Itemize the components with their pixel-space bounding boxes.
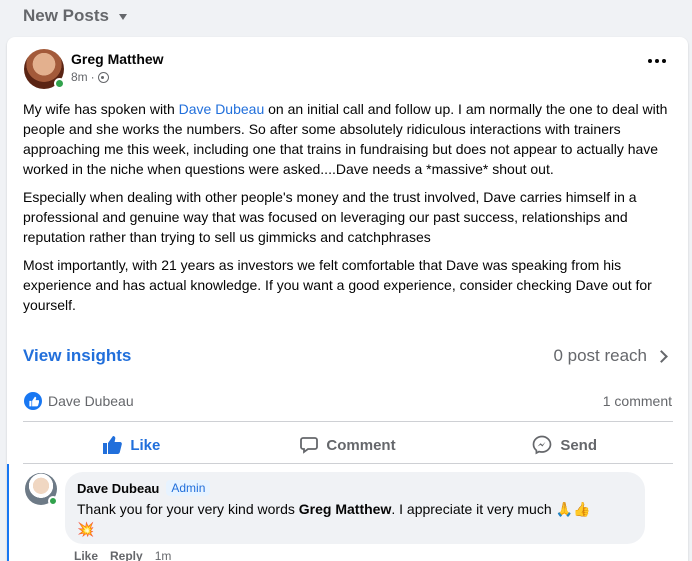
comment-time[interactable]: 1m xyxy=(155,549,172,561)
comment-count[interactable]: 1 comment xyxy=(603,393,672,409)
comment-tagged-name[interactable]: Greg Matthew xyxy=(299,501,392,517)
feed-title: New Posts xyxy=(23,6,109,25)
post-reach[interactable]: 0 post reach xyxy=(553,346,674,366)
chevron-right-icon xyxy=(655,349,668,363)
online-status-icon xyxy=(54,78,65,89)
comment-label: Comment xyxy=(326,436,396,454)
comment-button[interactable]: Comment xyxy=(240,427,457,463)
like-button[interactable]: Like xyxy=(23,427,240,463)
comment-author[interactable]: Dave Dubeau xyxy=(77,481,159,496)
more-options-icon[interactable] xyxy=(648,59,666,63)
comment-actions: Like Reply 1m xyxy=(74,549,171,561)
divider xyxy=(23,421,673,422)
comment-text-part: Thank you for your very kind words xyxy=(77,501,299,517)
comment-like-button[interactable]: Like xyxy=(74,549,98,561)
send-button[interactable]: Send xyxy=(456,427,673,463)
dot-icon xyxy=(655,59,659,63)
globe-icon xyxy=(97,71,109,83)
post-meta: 8m · xyxy=(71,69,164,85)
insights-row: View insights 0 post reach xyxy=(23,346,674,366)
reach-label: 0 post reach xyxy=(553,346,647,365)
comment-text-part: . I appreciate it very much 🙏👍 xyxy=(391,501,591,517)
online-status-icon xyxy=(48,496,58,506)
post-body: My wife has spoken with Dave Dubeau on a… xyxy=(23,99,673,323)
author-name[interactable]: Greg Matthew xyxy=(71,49,164,69)
comment-header: Dave Dubeau Admin xyxy=(77,480,633,496)
post-paragraph: My wife has spoken with Dave Dubeau on a… xyxy=(23,99,673,179)
post-actions: Like Comment Send xyxy=(23,427,673,463)
comment-bubble: Dave Dubeau Admin Thank you for your ver… xyxy=(65,472,645,544)
post-card: Greg Matthew 8m · My wife has spoken wit… xyxy=(7,37,688,561)
comment-reply-button[interactable]: Reply xyxy=(110,549,143,561)
commenter-avatar[interactable] xyxy=(25,473,58,506)
comment-text: Thank you for your very kind words Greg … xyxy=(77,499,633,539)
reactor-name: Dave Dubeau xyxy=(48,393,134,409)
post-paragraph: Most importantly, with 21 years as inves… xyxy=(23,257,652,313)
post-header: Greg Matthew 8m · xyxy=(24,49,164,89)
thumbs-up-icon xyxy=(103,436,123,454)
author-meta: Greg Matthew 8m · xyxy=(71,49,164,89)
post-paragraph: Especially when dealing with other peopl… xyxy=(23,189,637,245)
view-insights-link[interactable]: View insights xyxy=(23,346,131,366)
avatar[interactable] xyxy=(24,49,65,89)
mention-link[interactable]: Dave Dubeau xyxy=(179,101,265,117)
dot-icon xyxy=(662,59,666,63)
comment-emoji: 💥 xyxy=(77,521,95,537)
like-reaction-icon xyxy=(24,392,42,410)
reaction-summary[interactable]: Dave Dubeau xyxy=(24,392,134,410)
post-time[interactable]: 8m xyxy=(71,69,88,85)
reactions-row: Dave Dubeau 1 comment xyxy=(24,392,672,410)
dot-icon xyxy=(648,59,652,63)
admin-badge: Admin xyxy=(166,480,211,496)
comment-thread: Dave Dubeau Admin Thank you for your ver… xyxy=(7,464,688,561)
caret-down-icon[interactable] xyxy=(118,14,127,20)
separator: · xyxy=(90,70,95,84)
send-label: Send xyxy=(560,436,598,454)
like-label: Like xyxy=(130,436,161,454)
feed-filter[interactable]: New Posts xyxy=(23,5,127,27)
post-text: My wife has spoken with xyxy=(23,101,179,117)
comment-icon xyxy=(300,437,319,454)
messenger-icon xyxy=(532,435,552,455)
